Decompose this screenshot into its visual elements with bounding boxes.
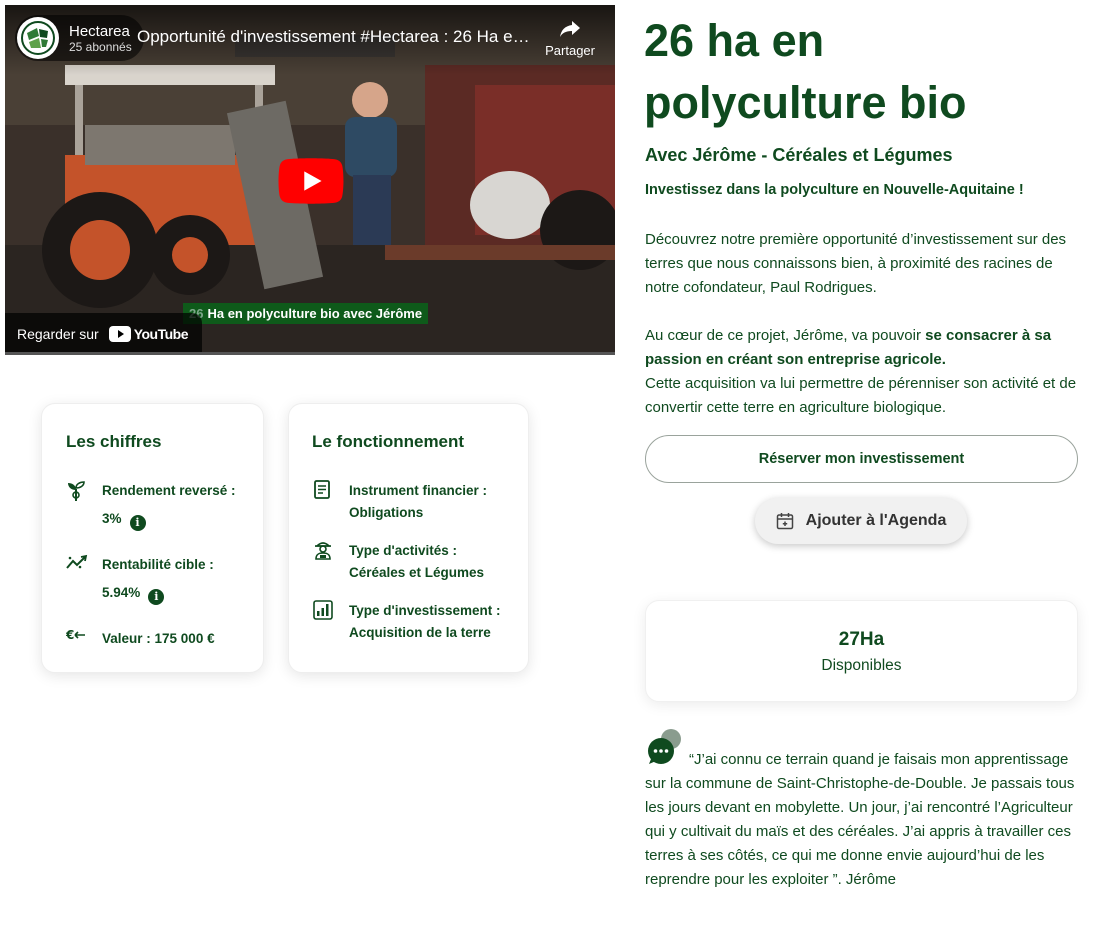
watch-on-label: Regarder sur [17,326,99,342]
play-button-icon[interactable] [277,158,345,204]
availability-card: 27Ha Disponibles [645,600,1078,702]
youtube-wordmark: YouTube [133,326,189,342]
add-to-agenda-button[interactable]: Ajouter à l'Agenda [755,498,967,544]
operation-item-investment-type: Type d'investissement : Acquisition de l… [313,600,501,644]
farmer-quote: “J’ai connu ce terrain quand je faisais … [645,751,1075,888]
share-label: Partager [545,43,595,58]
operation-item-activity: Type d'activités : Céréales et Légumes [313,540,484,584]
channel-name[interactable]: Hectarea [69,23,132,40]
seedling-icon [68,481,85,501]
page-title: 26 ha en polyculture bio [644,10,1084,134]
bar-chart-icon [313,600,333,620]
hectarea-logo-icon [21,21,55,55]
figures-item-value: € Valeur : 175 000 € [65,628,215,650]
caption-text: Ha en polyculture bio avec Jérôme [207,306,423,321]
euro-exchange-icon: € [65,628,85,642]
channel-avatar[interactable] [17,17,59,59]
available-label: Disponibles [821,657,902,674]
yield-info-icon[interactable]: i [129,515,146,531]
trend-up-icon [66,554,88,569]
video-progress-bar[interactable] [5,352,615,355]
project-lead: Investissez dans la polyculture en Nouve… [645,182,1024,198]
operation-item-instrument: Instrument financier : Obligations [313,480,487,524]
project-description: Découvrez notre première opportunité d’i… [645,231,1067,296]
calendar-add-icon [776,513,793,530]
figures-item-target-return: Rentabilité cible : 5.94% i [66,554,214,605]
svg-text:€: € [66,628,74,642]
investment-type-label: Type d'investissement : [349,603,501,618]
youtube-logo: YouTube [108,326,189,342]
watch-on-youtube-button[interactable]: Regarder sur YouTube [5,313,202,355]
yield-label: Rendement reversé : [102,483,236,498]
project-details-end: Cette acquisition va lui permettre de pé… [645,375,1077,416]
figures-card: Les chiffres Rendement reversé : 3% i Re… [41,403,264,673]
investment-type-value: Acquisition de la terre [349,625,491,640]
activity-value: Céréales et Légumes [349,565,485,580]
video-title[interactable]: Opportunité d'investissement #Hectarea :… [137,27,537,47]
project-details-start: Au cœur de ce projet, Jérôme, va pouvoir [645,327,926,344]
operation-card-title: Le fonctionnement [312,432,465,451]
add-to-agenda-label: Ajouter à l'Agenda [805,512,947,529]
share-button[interactable]: Partager [545,19,595,58]
instrument-label: Instrument financier : [349,483,488,498]
value-label: Valeur : 175 000 € [102,631,215,646]
channel-subscribers: 25 abonnés [69,39,132,54]
video-caption: 26Ha en polyculture bio avec Jérôme [183,303,429,324]
video-embed[interactable]: Hectarea 25 abonnés Opportunité d'invest… [5,5,615,355]
channel-badge[interactable]: Hectarea 25 abonnés [15,15,144,61]
page-title-line1: 26 ha en [644,15,825,66]
target-return-label: Rentabilité cible : [102,557,214,572]
available-amount: 27Ha [838,629,885,650]
project-subtitle: Avec Jérôme - Céréales et Légumes [645,145,953,165]
project-details: Au cœur de ce projet, Jérôme, va pouvoir… [645,324,1085,420]
figures-item-yield: Rendement reversé : 3% i [66,480,236,531]
target-return-info-icon[interactable]: i [148,589,165,605]
page-title-line2: polyculture bio [644,77,967,128]
activity-label: Type d'activités : [349,543,457,558]
farmer-icon [315,542,331,560]
youtube-play-icon [108,326,131,342]
target-return-value: 5.94% [102,585,141,600]
instrument-value: Obligations [349,505,424,520]
figures-card-title: Les chiffres [66,432,162,451]
document-icon [314,480,330,499]
operation-card: Le fonctionnement Instrument financier :… [288,403,529,673]
yield-value: 3% [102,511,122,526]
reserve-investment-button[interactable]: Réserver mon investissement [645,435,1078,483]
share-arrow-icon [560,21,581,37]
